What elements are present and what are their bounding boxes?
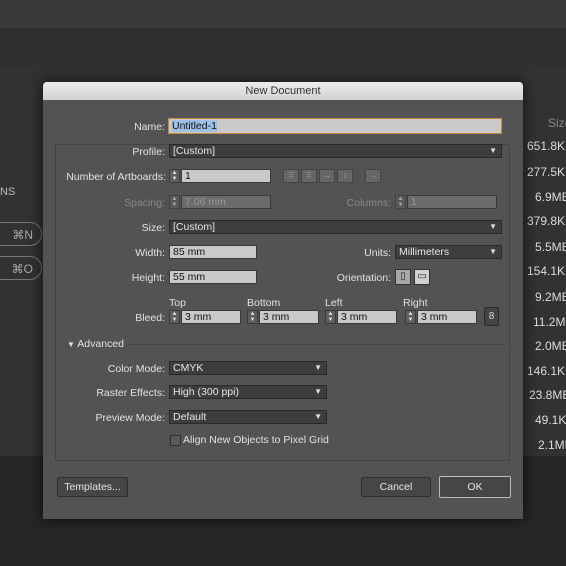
- bleed-right-label: Right: [403, 297, 428, 309]
- spacing-label: Spacing:: [124, 197, 165, 209]
- name-label: Name:: [134, 121, 165, 133]
- bleed-bottom-label: Bottom: [247, 297, 281, 309]
- link-icon[interactable]: 8: [484, 307, 499, 326]
- file-size: 49.1KB: [535, 413, 566, 427]
- preview-mode-label: Preview Mode:: [95, 412, 165, 424]
- app-toolbar: [0, 28, 566, 66]
- bleed-bottom-input[interactable]: 3 mm: [259, 310, 319, 324]
- file-size: 5.5MB: [535, 240, 566, 254]
- app-titlebar: [0, 0, 566, 28]
- color-mode-value: CMYK: [173, 362, 204, 374]
- file-size: 2.0MB: [535, 339, 566, 353]
- file-size: 651.8KB: [527, 139, 566, 153]
- portrait-icon[interactable]: ▯: [395, 269, 411, 285]
- cancel-button[interactable]: Cancel: [361, 477, 431, 497]
- columns-input[interactable]: 1: [407, 195, 497, 209]
- preview-mode-value: Default: [173, 411, 207, 423]
- section-label: NS: [0, 186, 16, 198]
- raster-effects-label: Raster Effects:: [96, 387, 165, 399]
- units-label: Units:: [364, 247, 391, 259]
- file-size: 154.1KB: [527, 264, 566, 278]
- templates-button[interactable]: Templates...: [57, 477, 128, 497]
- bleed-top-stepper[interactable]: ▲ ▼: [169, 310, 180, 324]
- arrange-by-column-icon[interactable]: ↕: [337, 169, 353, 183]
- file-size: 2.1MB: [538, 438, 566, 452]
- raster-effects-value: High (300 ppi): [173, 386, 239, 398]
- height-label: Height:: [131, 272, 165, 284]
- file-size: 277.5KB: [527, 165, 566, 179]
- columns-stepper[interactable]: ▲ ▼: [395, 195, 406, 209]
- chevron-down-icon: ▼: [314, 363, 322, 372]
- columns-label: Columns:: [346, 197, 391, 209]
- chevron-down-icon: ▼: [489, 146, 497, 155]
- color-mode-dropdown[interactable]: CMYK ▼: [169, 361, 327, 375]
- align-pixel-grid-checkbox[interactable]: [170, 435, 181, 446]
- landscape-icon[interactable]: ▭: [414, 269, 430, 285]
- name-input[interactable]: Untitled-1: [168, 118, 502, 134]
- size-dropdown[interactable]: [Custom] ▼: [169, 220, 502, 234]
- chevron-down-icon: ▼: [489, 222, 497, 231]
- align-pixel-grid-label: Align New Objects to Pixel Grid: [183, 434, 329, 446]
- width-input[interactable]: 85 mm: [169, 245, 257, 259]
- arrange-by-row-icon[interactable]: ↔: [319, 169, 335, 183]
- profile-dropdown[interactable]: [Custom] ▼: [169, 144, 502, 158]
- orientation-label: Orientation:: [336, 272, 391, 284]
- artboards-input[interactable]: 1: [181, 169, 271, 183]
- raster-effects-dropdown[interactable]: High (300 ppi) ▼: [169, 385, 327, 399]
- color-mode-label: Color Mode:: [107, 363, 165, 375]
- file-size: 23.8MB: [529, 388, 566, 402]
- open-shortcut-button[interactable]: ⌘O: [0, 256, 42, 280]
- bleed-left-stepper[interactable]: ▲ ▼: [325, 310, 336, 324]
- units-dropdown[interactable]: Millimeters ▼: [395, 245, 502, 259]
- bleed-right-input[interactable]: 3 mm: [417, 310, 477, 324]
- file-size: 11.2MB: [533, 315, 566, 329]
- bleed-left-input[interactable]: 3 mm: [337, 310, 397, 324]
- file-size: 379.8KB: [527, 214, 566, 228]
- chevron-down-icon: ▼: [314, 412, 322, 421]
- bleed-left-label: Left: [325, 297, 343, 309]
- height-input[interactable]: 55 mm: [169, 270, 257, 284]
- profile-value: [Custom]: [173, 145, 216, 157]
- preview-mode-dropdown[interactable]: Default ▼: [169, 410, 327, 424]
- bleed-bottom-stepper[interactable]: ▲ ▼: [247, 310, 258, 324]
- advanced-label: Advanced: [77, 338, 124, 350]
- triangle-down-icon: ▼: [67, 340, 75, 349]
- width-label: Width:: [135, 247, 165, 259]
- dialog-title: New Document: [43, 82, 523, 100]
- right-to-left-icon[interactable]: →: [365, 169, 381, 183]
- bleed-top-input[interactable]: 3 mm: [181, 310, 241, 324]
- divider: [129, 344, 505, 345]
- new-document-dialog: New Document Name: Untitled-1 Profile: […: [43, 82, 523, 519]
- grid-by-row-icon[interactable]: ⠿: [283, 169, 299, 183]
- artboards-stepper[interactable]: ▲ ▼: [169, 169, 180, 183]
- name-input-value: Untitled-1: [172, 120, 217, 132]
- units-value: Millimeters: [399, 246, 450, 258]
- advanced-toggle[interactable]: ▼ Advanced: [67, 338, 124, 350]
- chevron-down-icon: ▼: [489, 247, 497, 256]
- ok-button[interactable]: OK: [439, 476, 511, 498]
- spacing-stepper[interactable]: ▲ ▼: [169, 195, 180, 209]
- new-shortcut-button[interactable]: ⌘N: [0, 222, 42, 246]
- file-size-column: 651.8KB 277.5KB 6.9MB 379.8KB 5.5MB 154.…: [527, 0, 566, 566]
- bleed-right-stepper[interactable]: ▲ ▼: [405, 310, 416, 324]
- file-size: 9.2MB: [535, 290, 566, 304]
- bleed-label: Bleed:: [135, 312, 165, 324]
- chevron-down-icon: ▼: [314, 387, 322, 396]
- file-size: 146.1KB: [527, 364, 566, 378]
- file-size: 6.9MB: [535, 190, 566, 204]
- spacing-input[interactable]: 7.06 mm: [181, 195, 271, 209]
- artboards-label: Number of Artboards:: [66, 171, 166, 183]
- grid-by-column-icon[interactable]: ⠿: [301, 169, 317, 183]
- size-label: Size:: [141, 222, 165, 234]
- size-value: [Custom]: [173, 221, 216, 233]
- profile-label: Profile:: [132, 146, 165, 158]
- bleed-top-label: Top: [169, 297, 186, 309]
